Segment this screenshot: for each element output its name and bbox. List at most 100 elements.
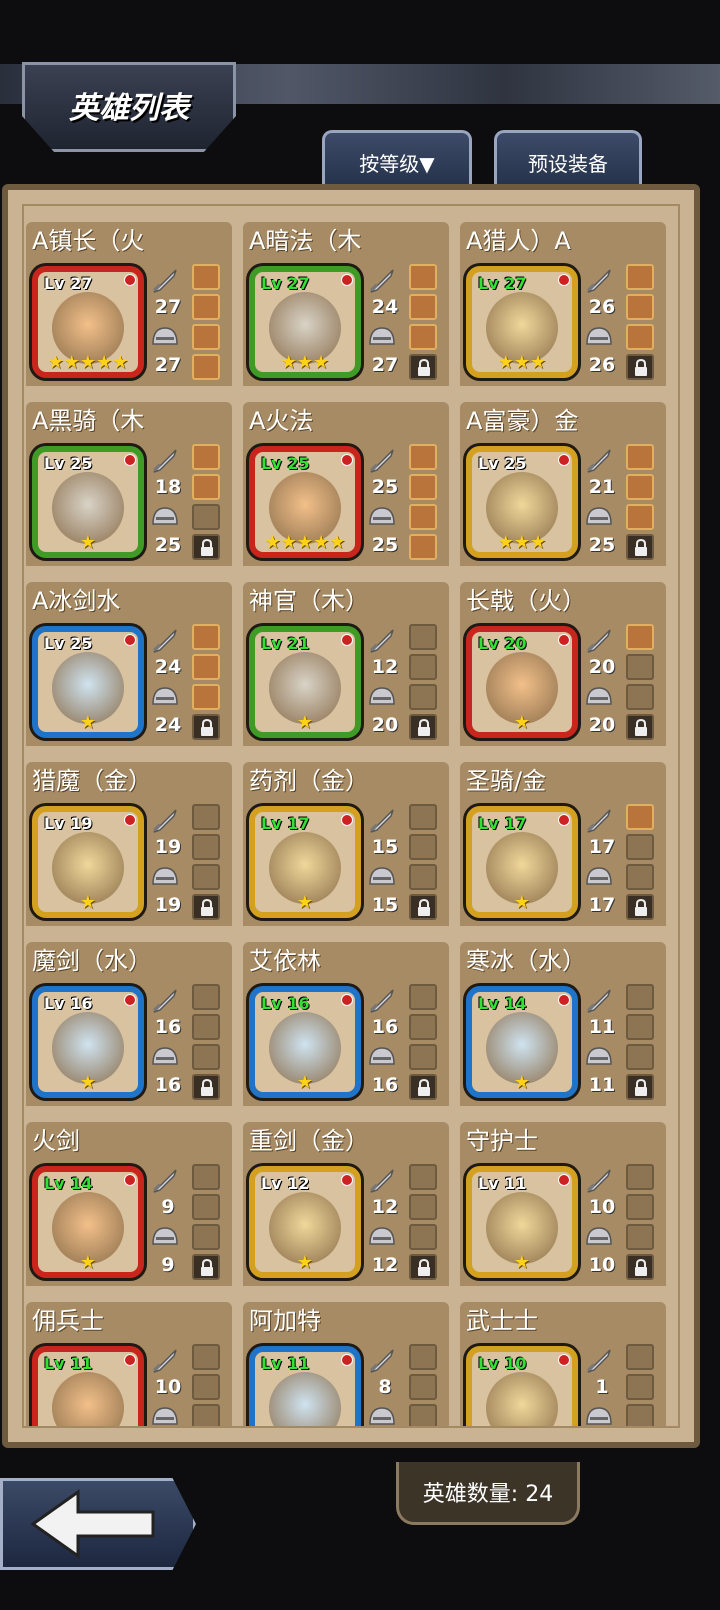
- equipment-slot[interactable]: [626, 684, 654, 710]
- equipment-slot[interactable]: [409, 1374, 437, 1400]
- locked-equipment-slot[interactable]: [626, 354, 654, 380]
- locked-equipment-slot[interactable]: [192, 1074, 220, 1100]
- hero-portrait[interactable]: Lv 17 ★: [249, 806, 361, 918]
- locked-equipment-slot[interactable]: [626, 1074, 654, 1100]
- equipment-slot[interactable]: [192, 504, 220, 530]
- hero-portrait[interactable]: Lv 16 ★: [32, 986, 144, 1098]
- equipment-slot[interactable]: [409, 324, 437, 350]
- locked-equipment-slot[interactable]: [409, 714, 437, 740]
- equipment-slot[interactable]: [192, 984, 220, 1010]
- equipment-slot[interactable]: [626, 804, 654, 830]
- equipment-slot[interactable]: [192, 324, 220, 350]
- locked-equipment-slot[interactable]: [626, 1254, 654, 1280]
- locked-equipment-slot[interactable]: [192, 534, 220, 560]
- equipment-slot[interactable]: [409, 1344, 437, 1370]
- equipment-slot[interactable]: [626, 654, 654, 680]
- hero-card[interactable]: A富豪）金 Lv 25 ★★★ 21 25: [460, 402, 666, 568]
- hero-portrait[interactable]: Lv 10★: [466, 1346, 578, 1426]
- hero-card[interactable]: 武士士 Lv 10★ 1: [460, 1302, 666, 1426]
- locked-equipment-slot[interactable]: [409, 354, 437, 380]
- hero-card[interactable]: A猎人）A Lv 27 ★★★ 26 26: [460, 222, 666, 388]
- equipment-slot[interactable]: [409, 1404, 437, 1426]
- equipment-slot[interactable]: [626, 1344, 654, 1370]
- equipment-slot[interactable]: [626, 1224, 654, 1250]
- equipment-slot[interactable]: [626, 504, 654, 530]
- hero-portrait[interactable]: Lv 14 ★: [32, 1166, 144, 1278]
- hero-card[interactable]: A火法 Lv 25 ★★★★★ 25 25: [243, 402, 449, 568]
- sort-by-level-button[interactable]: 按等级▼: [322, 130, 472, 191]
- hero-card[interactable]: 猎魔（金） Lv 19 ★ 19 19: [26, 762, 232, 928]
- equipment-slot[interactable]: [192, 1224, 220, 1250]
- hero-portrait[interactable]: Lv 12 ★: [249, 1166, 361, 1278]
- equipment-slot[interactable]: [409, 624, 437, 650]
- equipment-slot[interactable]: [192, 294, 220, 320]
- equipment-slot[interactable]: [409, 1224, 437, 1250]
- hero-card[interactable]: 神官（木） Lv 21 ★ 12 20: [243, 582, 449, 748]
- equipment-slot[interactable]: [626, 834, 654, 860]
- locked-equipment-slot[interactable]: [192, 1254, 220, 1280]
- hero-card[interactable]: A黑骑（木 Lv 25 ★ 18 25: [26, 402, 232, 568]
- equipment-slot[interactable]: [409, 264, 437, 290]
- equipment-slot[interactable]: [192, 354, 220, 380]
- equipment-slot[interactable]: [192, 684, 220, 710]
- equipment-slot[interactable]: [192, 444, 220, 470]
- hero-grid[interactable]: A镇长（火 Lv 27 ★★★★★ 27 27 A暗法（木 Lv 27 ★★★ 24 27 A猎人）…: [26, 222, 670, 1426]
- locked-equipment-slot[interactable]: [192, 894, 220, 920]
- equipment-slot[interactable]: [626, 624, 654, 650]
- equipment-slot[interactable]: [626, 294, 654, 320]
- equipment-slot[interactable]: [192, 1014, 220, 1040]
- equipment-slot[interactable]: [409, 1164, 437, 1190]
- equipment-slot[interactable]: [626, 474, 654, 500]
- hero-card[interactable]: 魔剑（水） Lv 16 ★ 16 16: [26, 942, 232, 1108]
- equipment-slot[interactable]: [626, 324, 654, 350]
- equipment-slot[interactable]: [409, 654, 437, 680]
- hero-card[interactable]: 寒冰（水） Lv 14 ★ 11 11: [460, 942, 666, 1108]
- hero-card[interactable]: 佣兵士 Lv 11★ 10: [26, 1302, 232, 1426]
- equipment-slot[interactable]: [409, 1014, 437, 1040]
- hero-card[interactable]: 重剑（金） Lv 12 ★ 12 12: [243, 1122, 449, 1288]
- hero-portrait[interactable]: Lv 19 ★: [32, 806, 144, 918]
- hero-portrait[interactable]: Lv 14 ★: [466, 986, 578, 1098]
- equipment-slot[interactable]: [192, 654, 220, 680]
- equipment-slot[interactable]: [409, 834, 437, 860]
- equipment-slot[interactable]: [192, 1374, 220, 1400]
- hero-portrait[interactable]: Lv 17 ★: [466, 806, 578, 918]
- equipment-slot[interactable]: [192, 1164, 220, 1190]
- hero-portrait[interactable]: Lv 27 ★★★★★: [32, 266, 144, 378]
- equipment-slot[interactable]: [409, 804, 437, 830]
- equipment-slot[interactable]: [626, 264, 654, 290]
- equipment-slot[interactable]: [192, 264, 220, 290]
- hero-portrait[interactable]: Lv 25 ★: [32, 446, 144, 558]
- hero-card[interactable]: 守护士 Lv 11 ★ 10 10: [460, 1122, 666, 1288]
- equipment-slot[interactable]: [409, 444, 437, 470]
- hero-card[interactable]: A暗法（木 Lv 27 ★★★ 24 27: [243, 222, 449, 388]
- equipment-slot[interactable]: [626, 444, 654, 470]
- hero-card[interactable]: 圣骑/金 Lv 17 ★ 17 17: [460, 762, 666, 928]
- hero-card[interactable]: 阿加特 Lv 11★ 8: [243, 1302, 449, 1426]
- equipment-slot[interactable]: [626, 1374, 654, 1400]
- hero-portrait[interactable]: Lv 25 ★: [32, 626, 144, 738]
- equipment-slot[interactable]: [192, 1194, 220, 1220]
- hero-card[interactable]: 药剂（金） Lv 17 ★ 15 15: [243, 762, 449, 928]
- equipment-slot[interactable]: [409, 1044, 437, 1070]
- equipment-slot[interactable]: [192, 864, 220, 890]
- equipment-slot[interactable]: [626, 1164, 654, 1190]
- hero-portrait[interactable]: Lv 25 ★★★★★: [249, 446, 361, 558]
- hero-portrait[interactable]: Lv 11★: [466, 1166, 578, 1278]
- hero-card[interactable]: 长戟（火） Lv 20 ★ 20 20: [460, 582, 666, 748]
- equipment-slot[interactable]: [626, 1404, 654, 1426]
- equipment-slot[interactable]: [409, 294, 437, 320]
- locked-equipment-slot[interactable]: [626, 894, 654, 920]
- equipment-slot[interactable]: [626, 984, 654, 1010]
- hero-portrait[interactable]: Lv 11★: [32, 1346, 144, 1426]
- equipment-slot[interactable]: [192, 804, 220, 830]
- equipment-slot[interactable]: [192, 1404, 220, 1426]
- hero-card[interactable]: A镇长（火 Lv 27 ★★★★★ 27 27: [26, 222, 232, 388]
- equipment-slot[interactable]: [626, 1044, 654, 1070]
- equipment-slot[interactable]: [409, 1194, 437, 1220]
- hero-card[interactable]: 火剑 Lv 14 ★ 9 9: [26, 1122, 232, 1288]
- hero-card[interactable]: A冰剑水 Lv 25 ★ 24 24: [26, 582, 232, 748]
- equipment-slot[interactable]: [409, 684, 437, 710]
- hero-portrait[interactable]: Lv 20 ★: [466, 626, 578, 738]
- equipment-slot[interactable]: [192, 834, 220, 860]
